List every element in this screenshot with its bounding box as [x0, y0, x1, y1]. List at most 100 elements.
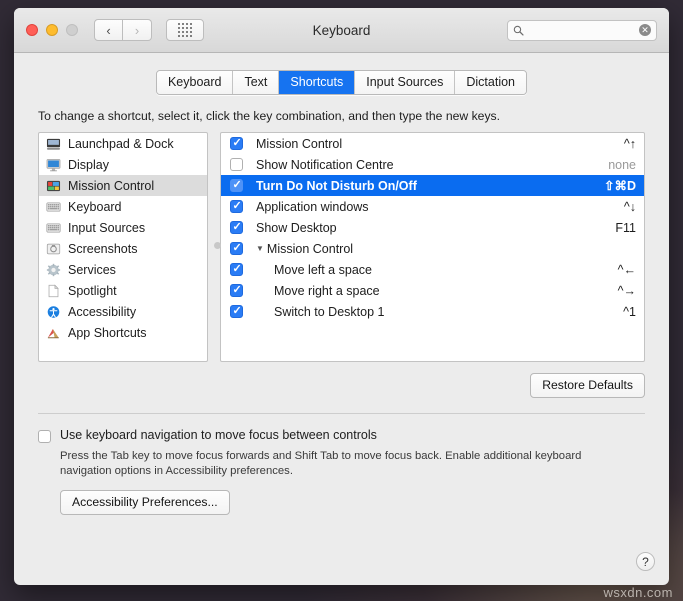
category-list: Launchpad & Dock Display Mission Control…	[38, 132, 208, 362]
sidebar-item-accessibility[interactable]: Accessibility	[39, 301, 207, 322]
help-button[interactable]: ?	[636, 552, 655, 571]
table-row[interactable]: Mission Control ^↑	[221, 133, 644, 154]
restore-defaults-button[interactable]: Restore Defaults	[530, 373, 645, 398]
shortcut-checkbox[interactable]	[230, 262, 243, 276]
clear-search-icon[interactable]: ✕	[639, 24, 651, 36]
sidebar-item-label: Input Sources	[68, 220, 146, 235]
display-icon	[46, 158, 61, 171]
section-divider	[38, 413, 645, 414]
table-row-group[interactable]: ▼ Mission Control	[221, 238, 644, 259]
input-sources-icon	[46, 222, 61, 233]
sidebar-item-label: Keyboard	[68, 199, 122, 214]
tab-dictation[interactable]: Dictation	[454, 71, 527, 94]
sidebar-item-services[interactable]: Services	[39, 259, 207, 280]
tab-shortcuts[interactable]: Shortcuts	[278, 71, 355, 94]
shortcut-key[interactable]: ^→	[618, 284, 636, 298]
keyboard-navigation-description: Press the Tab key to move focus forwards…	[60, 450, 582, 477]
tab-input-sources[interactable]: Input Sources	[354, 71, 455, 94]
show-all-preferences-button[interactable]	[166, 19, 204, 41]
shortcut-label: Switch to Desktop 1	[274, 304, 385, 319]
table-row[interactable]: Application windows ^↓	[221, 196, 644, 217]
shortcut-checkbox[interactable]	[230, 241, 243, 255]
sidebar-item-app-shortcuts[interactable]: App Shortcuts	[39, 322, 207, 343]
table-row[interactable]: Show Desktop F11	[221, 217, 644, 238]
pane-divider-handle[interactable]	[214, 242, 221, 249]
shortcut-key[interactable]: ^1	[623, 305, 636, 319]
minimize-button[interactable]	[46, 24, 58, 36]
restore-defaults-row: Restore Defaults	[38, 373, 645, 398]
zoom-button[interactable]	[66, 24, 78, 36]
shortcut-panes: Launchpad & Dock Display Mission Control…	[38, 132, 645, 362]
main-content: To change a shortcut, select it, click t…	[14, 95, 669, 515]
instruction-text: To change a shortcut, select it, click t…	[38, 109, 501, 123]
shortcut-checkbox[interactable]	[230, 199, 243, 213]
keyboard-icon	[46, 201, 61, 212]
shortcut-checkbox[interactable]	[230, 304, 243, 318]
shortcut-label: Mission Control	[266, 241, 354, 256]
forward-button[interactable]: ›	[123, 19, 152, 41]
accessibility-icon	[47, 305, 60, 318]
screenshots-icon	[46, 243, 61, 254]
shortcut-label: Application windows	[256, 199, 369, 214]
shortcut-label: Move left a space	[274, 262, 372, 277]
disclosure-triangle-icon[interactable]: ▼	[256, 244, 264, 253]
sidebar-item-label: Accessibility	[68, 304, 137, 319]
shortcut-key[interactable]: ^↑	[624, 137, 636, 151]
keyboard-navigation-label: Use keyboard navigation to move focus be…	[60, 428, 377, 442]
shortcut-label: Turn Do Not Disturb On/Off	[256, 178, 417, 193]
shortcut-checkbox[interactable]	[230, 220, 243, 234]
sidebar-item-launchpad-dock[interactable]: Launchpad & Dock	[39, 133, 207, 154]
sidebar-item-spotlight[interactable]: Spotlight	[39, 280, 207, 301]
shortcut-checkbox[interactable]	[230, 178, 243, 192]
tab-bar: Keyboard Text Shortcuts Input Sources Di…	[14, 53, 669, 95]
accessibility-preferences-row: Accessibility Preferences...	[60, 490, 645, 515]
sidebar-item-label: App Shortcuts	[68, 325, 147, 340]
shortcut-checkbox[interactable]	[230, 158, 243, 171]
sidebar-item-input-sources[interactable]: Input Sources	[39, 217, 207, 238]
grid-view-icon	[178, 23, 192, 37]
table-row[interactable]: Turn Do Not Disturb On/Off ⇧⌘D	[221, 175, 644, 196]
shortcut-key[interactable]: ⇧⌘D	[604, 178, 636, 193]
watermark: wsxdn.com	[603, 585, 673, 600]
search-field[interactable]: ✕	[507, 19, 657, 41]
shortcut-checkbox[interactable]	[230, 283, 243, 297]
back-button[interactable]: ‹	[94, 19, 123, 41]
shortcut-checkbox[interactable]	[230, 136, 243, 150]
shortcut-label: Mission Control	[256, 136, 343, 151]
sidebar-item-label: Mission Control	[68, 178, 155, 193]
shortcut-group: ▼ Mission Control	[256, 242, 636, 256]
sidebar-item-screenshots[interactable]: Screenshots	[39, 238, 207, 259]
launchpad-dock-icon	[46, 138, 61, 150]
sidebar-item-label: Services	[68, 262, 116, 277]
search-input[interactable]	[528, 24, 628, 36]
accessibility-preferences-button[interactable]: Accessibility Preferences...	[60, 490, 230, 515]
sidebar-item-label: Spotlight	[68, 283, 117, 298]
table-row[interactable]: Show Notification Centre none	[221, 154, 644, 175]
search-icon	[513, 25, 524, 36]
shortcut-key[interactable]: F11	[615, 221, 636, 235]
shortcut-list: Mission Control ^↑ Show Notification Cen…	[220, 132, 645, 362]
shortcut-key[interactable]: ^←	[618, 263, 636, 277]
shortcut-key[interactable]: ^↓	[624, 200, 636, 214]
sidebar-item-display[interactable]: Display	[39, 154, 207, 175]
preference-tabs: Keyboard Text Shortcuts Input Sources Di…	[155, 70, 528, 95]
shortcut-label: Show Notification Centre	[256, 157, 394, 172]
close-button[interactable]	[26, 24, 38, 36]
table-row[interactable]: Move right a space ^→	[221, 280, 644, 301]
keyboard-navigation-checkbox[interactable]	[38, 430, 51, 443]
mission-control-icon	[46, 180, 61, 191]
sidebar-item-mission-control[interactable]: Mission Control	[39, 175, 207, 196]
window-titlebar: ‹ › Keyboard ✕	[14, 8, 669, 53]
tab-text[interactable]: Text	[232, 71, 279, 94]
app-shortcuts-icon	[47, 328, 59, 338]
navigation-buttons: ‹ ›	[94, 19, 152, 41]
tab-keyboard[interactable]: Keyboard	[156, 71, 233, 94]
table-row[interactable]: Switch to Desktop 1 ^1	[221, 301, 644, 322]
shortcut-key[interactable]: none	[608, 158, 636, 172]
table-row[interactable]: Move left a space ^←	[221, 259, 644, 280]
sidebar-item-keyboard[interactable]: Keyboard	[39, 196, 207, 217]
services-gear-icon	[46, 263, 61, 276]
sidebar-item-label: Screenshots	[68, 241, 138, 256]
shortcut-label: Show Desktop	[256, 220, 337, 235]
keyboard-navigation-row[interactable]: Use keyboard navigation to move focus be…	[38, 428, 645, 443]
